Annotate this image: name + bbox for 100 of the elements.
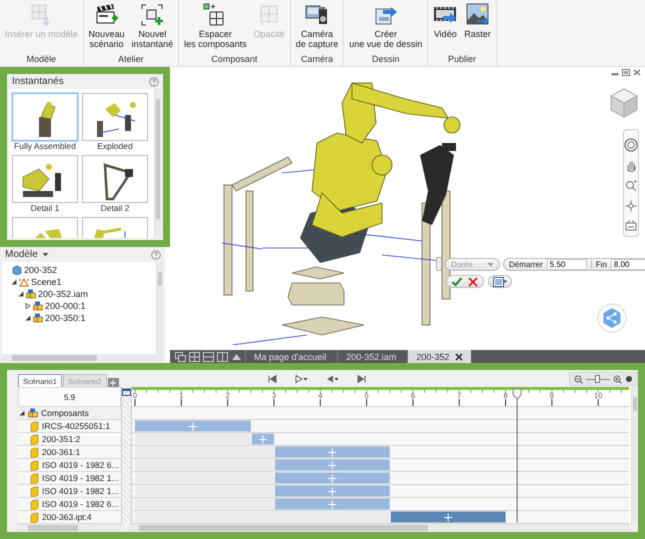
drag-handle[interactable] bbox=[436, 257, 442, 271]
scrollbar[interactable] bbox=[154, 89, 161, 238]
hand-icon[interactable] bbox=[625, 160, 637, 172]
part-icon bbox=[30, 420, 39, 432]
part-icon bbox=[30, 512, 39, 522]
zoom-out-icon[interactable] bbox=[574, 374, 583, 384]
play-reverse-icon[interactable] bbox=[326, 374, 339, 382]
splitter[interactable] bbox=[121, 387, 132, 524]
orbit-icon[interactable] bbox=[625, 200, 637, 212]
scrollbar[interactable] bbox=[631, 387, 638, 524]
document-tab[interactable]: 200-352.iam bbox=[337, 350, 404, 363]
plus-icon bbox=[110, 380, 116, 386]
scrollbar[interactable] bbox=[18, 524, 121, 532]
ribbon-button[interactable]: Caméra de capture bbox=[294, 3, 340, 52]
tile-icon[interactable] bbox=[189, 352, 200, 362]
record-icon[interactable] bbox=[625, 375, 633, 383]
zoom-icon[interactable] bbox=[625, 180, 637, 192]
caret-icon[interactable] bbox=[42, 252, 49, 257]
scene-icon bbox=[19, 277, 29, 287]
ribbon-button[interactable]: Créer une vue de dessin bbox=[347, 3, 424, 52]
assembly-icon bbox=[26, 289, 36, 299]
ribbon-button[interactable]: Nouvel instantané bbox=[130, 3, 176, 52]
ribbon-group-label: Publier bbox=[447, 53, 478, 66]
expand-icon[interactable] bbox=[25, 303, 31, 309]
collapse-icon[interactable] bbox=[11, 279, 17, 285]
move-icon bbox=[258, 435, 268, 444]
go-to-end-icon[interactable] bbox=[357, 374, 366, 382]
snapshot-thumbnail[interactable] bbox=[82, 93, 148, 141]
tree-item[interactable]: 200-352 bbox=[24, 265, 58, 275]
move-icon bbox=[328, 448, 337, 457]
tree-item[interactable]: Scene1 bbox=[31, 277, 62, 287]
part-icon bbox=[30, 472, 39, 484]
collapse-icon[interactable] bbox=[18, 291, 24, 297]
part-icon bbox=[30, 486, 39, 496]
move-icon bbox=[328, 474, 337, 483]
up-arrow-icon[interactable] bbox=[231, 352, 242, 362]
ribbon-group-label: Atelier bbox=[117, 53, 145, 66]
ribbon-button[interactable]: Espacer les composants bbox=[182, 3, 249, 52]
close-icon[interactable] bbox=[455, 352, 464, 360]
help-icon[interactable] bbox=[149, 76, 159, 86]
collapse-icon[interactable] bbox=[25, 315, 31, 321]
help-icon[interactable] bbox=[151, 250, 161, 260]
go-to-start-icon[interactable] bbox=[268, 374, 277, 382]
ribbon-button[interactable]: Nouveau scénario bbox=[86, 3, 127, 52]
move-icon bbox=[328, 487, 337, 496]
restore-icon[interactable] bbox=[622, 69, 630, 76]
tree-item[interactable]: 200-000:1 bbox=[45, 301, 86, 311]
panel-title: Instantanés bbox=[12, 76, 65, 87]
move-icon bbox=[188, 422, 198, 431]
move-icon bbox=[328, 461, 337, 470]
look-icon[interactable] bbox=[625, 220, 637, 232]
move-icon bbox=[328, 500, 337, 509]
close-icon[interactable] bbox=[633, 69, 641, 76]
vertical-split-icon[interactable] bbox=[217, 352, 228, 362]
frame-plus-icon bbox=[140, 3, 164, 27]
ribbon-group-label: Dessin bbox=[370, 53, 400, 66]
list-icon bbox=[493, 276, 507, 286]
start-time-field[interactable]: 5.50 bbox=[546, 258, 587, 270]
snapshot-thumbnail[interactable] bbox=[12, 93, 78, 141]
part-icon bbox=[30, 446, 39, 458]
zoom-in-icon[interactable] bbox=[613, 374, 622, 384]
picture-icon bbox=[466, 3, 490, 27]
scrollbar[interactable] bbox=[156, 262, 163, 354]
play-icon[interactable] bbox=[295, 374, 308, 382]
playhead[interactable] bbox=[512, 388, 522, 522]
tree-item[interactable]: 200-352.iam bbox=[38, 289, 88, 299]
calendar-icon[interactable] bbox=[122, 388, 131, 396]
assembly-icon bbox=[33, 313, 43, 323]
part-icon bbox=[30, 498, 39, 510]
end-time-field[interactable]: 8.00 bbox=[610, 258, 645, 270]
snapshot-thumbnail[interactable] bbox=[12, 155, 78, 203]
checkmark-icon[interactable] bbox=[451, 276, 463, 286]
snapshot-thumbnail[interactable] bbox=[82, 155, 148, 203]
steering-wheel-icon[interactable] bbox=[624, 138, 638, 152]
add-tab-button[interactable] bbox=[108, 378, 119, 387]
field-label: Fin bbox=[590, 260, 607, 268]
ribbon-group-label: Composant bbox=[210, 53, 258, 66]
scrollbar[interactable] bbox=[129, 524, 630, 532]
field-label: Démarrer bbox=[509, 260, 543, 268]
ribbon-group-label: Modèle bbox=[26, 53, 58, 66]
cancel-icon[interactable] bbox=[467, 276, 479, 286]
scrollbar[interactable] bbox=[2, 354, 163, 362]
assembly-icon bbox=[28, 408, 38, 418]
assembly-icon bbox=[12, 265, 22, 275]
options-dropdown[interactable] bbox=[488, 275, 512, 288]
document-tab[interactable]: 200-352 bbox=[407, 350, 472, 363]
share-icon[interactable] bbox=[597, 303, 627, 333]
windows-icon[interactable] bbox=[175, 352, 186, 362]
tree-item[interactable]: 200-350:1 bbox=[45, 313, 86, 323]
caret-icon bbox=[487, 262, 494, 266]
view-cube-icon[interactable] bbox=[609, 87, 639, 119]
collapse-icon[interactable] bbox=[19, 410, 25, 416]
ribbon-button[interactable]: Raster bbox=[462, 3, 493, 52]
panel-title[interactable]: Modèle bbox=[5, 249, 38, 260]
zoom-slider-thumb[interactable] bbox=[595, 374, 600, 382]
move-icon bbox=[444, 513, 453, 522]
snapshot-label: Exploded bbox=[97, 141, 133, 152]
horizontal-split-icon[interactable] bbox=[203, 352, 214, 362]
ribbon-button[interactable]: Vidéo bbox=[431, 3, 460, 52]
document-tab[interactable]: Ma page d'accueil bbox=[245, 350, 334, 363]
